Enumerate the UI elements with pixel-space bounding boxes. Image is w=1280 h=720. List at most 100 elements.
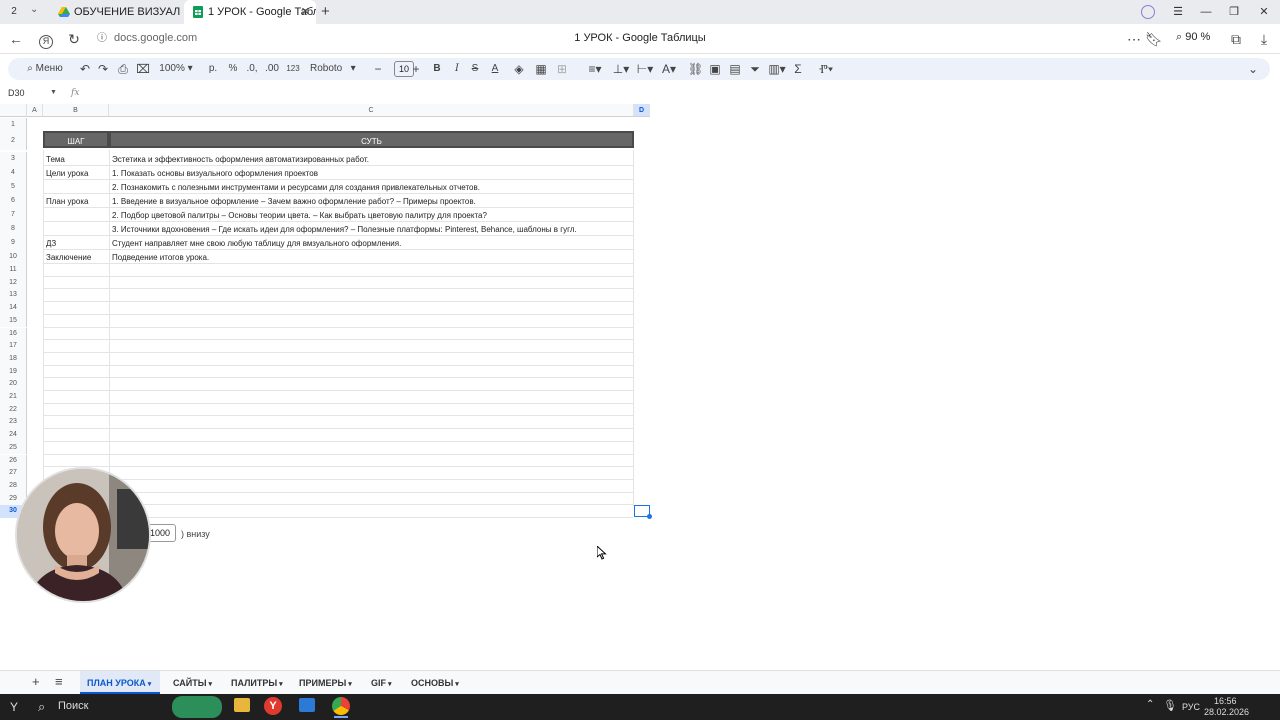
reload-icon[interactable]: ↻: [64, 29, 84, 49]
profile-icon[interactable]: [1134, 0, 1162, 24]
yandex-start-icon[interactable]: Y: [10, 700, 18, 714]
row-number[interactable]: 4: [0, 166, 27, 180]
keyboard-language[interactable]: РУС: [1182, 702, 1200, 712]
header-cell-essence[interactable]: СУТЬ: [109, 131, 634, 148]
url-field[interactable]: docs.google.com: [114, 32, 197, 44]
cell-essence[interactable]: 3. Источники вдохновения – Где искать ид…: [112, 225, 632, 234]
window-close-icon[interactable]: ✕: [1250, 0, 1278, 24]
cell-essence[interactable]: 1. Показать основы визуального оформлени…: [112, 169, 632, 178]
bold-button[interactable]: B: [430, 58, 444, 80]
microphone-icon[interactable]: 🎙︎: [1163, 699, 1177, 712]
fill-color-icon[interactable]: ◈: [512, 58, 526, 80]
select-all-corner[interactable]: [0, 104, 27, 117]
row-number[interactable]: 5: [0, 180, 27, 194]
fill-handle[interactable]: [647, 514, 652, 519]
bookmark-icon[interactable]: 🔖︎: [1144, 29, 1164, 49]
download-icon[interactable]: ⤓: [1254, 29, 1274, 49]
horizontal-align-icon[interactable]: ≡▾: [584, 58, 606, 80]
row-number[interactable]: 22: [0, 403, 27, 417]
browser-tab-course[interactable]: ОБУЧЕНИЕ ВИЗУАЛИЗАЦ: [54, 0, 180, 24]
insert-link-icon[interactable]: ⛓: [688, 58, 703, 80]
cell-essence[interactable]: Подведение итогов урока.: [112, 253, 632, 262]
cell-essence[interactable]: 2. Подбор цветовой палитры – Основы теор…: [112, 211, 632, 220]
insert-chart-icon[interactable]: ▤: [728, 58, 742, 80]
increase-decimals-button[interactable]: .00: [264, 58, 280, 80]
clock-date[interactable]: 28.02.2026: [1204, 707, 1249, 717]
column-header-a[interactable]: A: [27, 104, 43, 117]
chrome-icon[interactable]: [332, 697, 350, 715]
row-number[interactable]: 9: [0, 236, 27, 250]
vertical-align-icon[interactable]: ⊥▾: [610, 58, 632, 80]
cell-step[interactable]: Цели урока: [46, 169, 108, 178]
functions-sigma-icon[interactable]: Σ: [792, 58, 804, 80]
row-number[interactable]: 14: [0, 302, 27, 315]
row-number[interactable]: 26: [0, 454, 27, 468]
row-number[interactable]: 25: [0, 441, 27, 455]
percent-format-button[interactable]: %: [226, 58, 240, 80]
cell-step[interactable]: ДЗ: [46, 239, 108, 248]
row-number[interactable]: 17: [0, 340, 27, 353]
row-number[interactable]: 24: [0, 429, 27, 442]
italic-button[interactable]: I: [450, 58, 464, 80]
sheet-tab[interactable]: ОСНОВЫ ▾: [404, 671, 464, 695]
row-number[interactable]: 8: [0, 222, 27, 236]
row-number[interactable]: 10: [0, 250, 27, 264]
insert-comment-icon[interactable]: ▣: [708, 58, 722, 80]
sheet-tab[interactable]: ПАЛИТРЫ ▾: [224, 671, 286, 695]
row-number[interactable]: 3: [0, 152, 27, 166]
sheet-tab[interactable]: САЙТЫ ▾: [166, 671, 218, 695]
all-sheets-menu-icon[interactable]: ≡: [55, 674, 63, 689]
filter-views-icon[interactable]: ▥▾: [766, 58, 788, 80]
text-rotation-icon[interactable]: A▾: [658, 58, 680, 80]
site-info-icon[interactable]: ⓘ: [92, 29, 112, 49]
sheet-tab-caret-icon[interactable]: ▾: [346, 681, 352, 688]
cell-step[interactable]: Заключение: [46, 253, 108, 262]
close-icon[interactable]: ✕: [301, 0, 310, 24]
yandex-browser-icon[interactable]: Y: [264, 697, 282, 715]
row-number[interactable]: 21: [0, 391, 27, 404]
sheet-tab[interactable]: GIF ▾: [364, 671, 398, 695]
downloads-manager-icon[interactable]: ⧉: [1226, 29, 1246, 49]
cell-essence[interactable]: 1. Введение в визуальное оформление – За…: [112, 197, 632, 206]
sheet-tab-caret-icon[interactable]: ▾: [277, 681, 283, 688]
tray-chevron-up-icon[interactable]: ⌃: [1146, 699, 1154, 710]
currency-format-button[interactable]: р.: [206, 58, 220, 80]
row-number[interactable]: 19: [0, 365, 27, 379]
header-cell-step[interactable]: ШАГ: [43, 131, 109, 148]
hide-menus-chevron-icon[interactable]: ⌄: [1246, 58, 1260, 80]
row-number[interactable]: 1: [0, 118, 27, 131]
number-format-button[interactable]: 123: [284, 58, 302, 80]
row-number[interactable]: 15: [0, 314, 27, 328]
row-number[interactable]: 23: [0, 416, 27, 430]
redo-icon[interactable]: ↷: [96, 58, 110, 80]
undo-icon[interactable]: ↶: [78, 58, 92, 80]
row-number[interactable]: 7: [0, 208, 27, 222]
file-explorer-icon[interactable]: [234, 698, 250, 712]
tab-counter[interactable]: 2: [5, 4, 23, 20]
new-tab-plus-icon[interactable]: +: [321, 0, 330, 24]
row-number[interactable]: 20: [0, 378, 27, 391]
row-number[interactable]: 2: [0, 131, 27, 150]
row-number[interactable]: 28: [0, 479, 27, 493]
paint-format-icon[interactable]: ⌧: [136, 58, 150, 80]
restore-icon[interactable]: ❐: [1220, 0, 1248, 24]
cell-essence[interactable]: Эстетика и эффективность оформления авто…: [112, 155, 632, 164]
name-box[interactable]: D30: [8, 88, 25, 98]
sheet-tab-caret-icon[interactable]: ▾: [146, 681, 152, 688]
column-header-b[interactable]: B: [43, 104, 109, 117]
row-number[interactable]: 18: [0, 352, 27, 366]
browser-tab-active[interactable]: 1 УРОК - Google Таблиц ✕: [184, 0, 316, 24]
clock-time[interactable]: 16:56: [1214, 696, 1237, 706]
sheet-tab[interactable]: ПЛАН УРОКА ▾: [80, 671, 160, 695]
app-window-icon[interactable]: [299, 698, 315, 712]
sheet-tab-caret-icon[interactable]: ▾: [386, 681, 392, 688]
more-dots-icon[interactable]: ⋯: [1124, 29, 1144, 49]
merge-cells-icon[interactable]: ⊞: [554, 58, 570, 80]
cell-step[interactable]: План урока: [46, 197, 108, 206]
collections-icon[interactable]: ☰: [1164, 0, 1192, 24]
font-family-select[interactable]: Roboto ▾: [310, 58, 364, 80]
row-number[interactable]: 12: [0, 276, 27, 290]
name-box-caret-icon[interactable]: ▼: [50, 89, 57, 96]
filter-icon[interactable]: ⏷: [748, 58, 762, 80]
back-arrow-icon[interactable]: ←: [6, 29, 26, 49]
